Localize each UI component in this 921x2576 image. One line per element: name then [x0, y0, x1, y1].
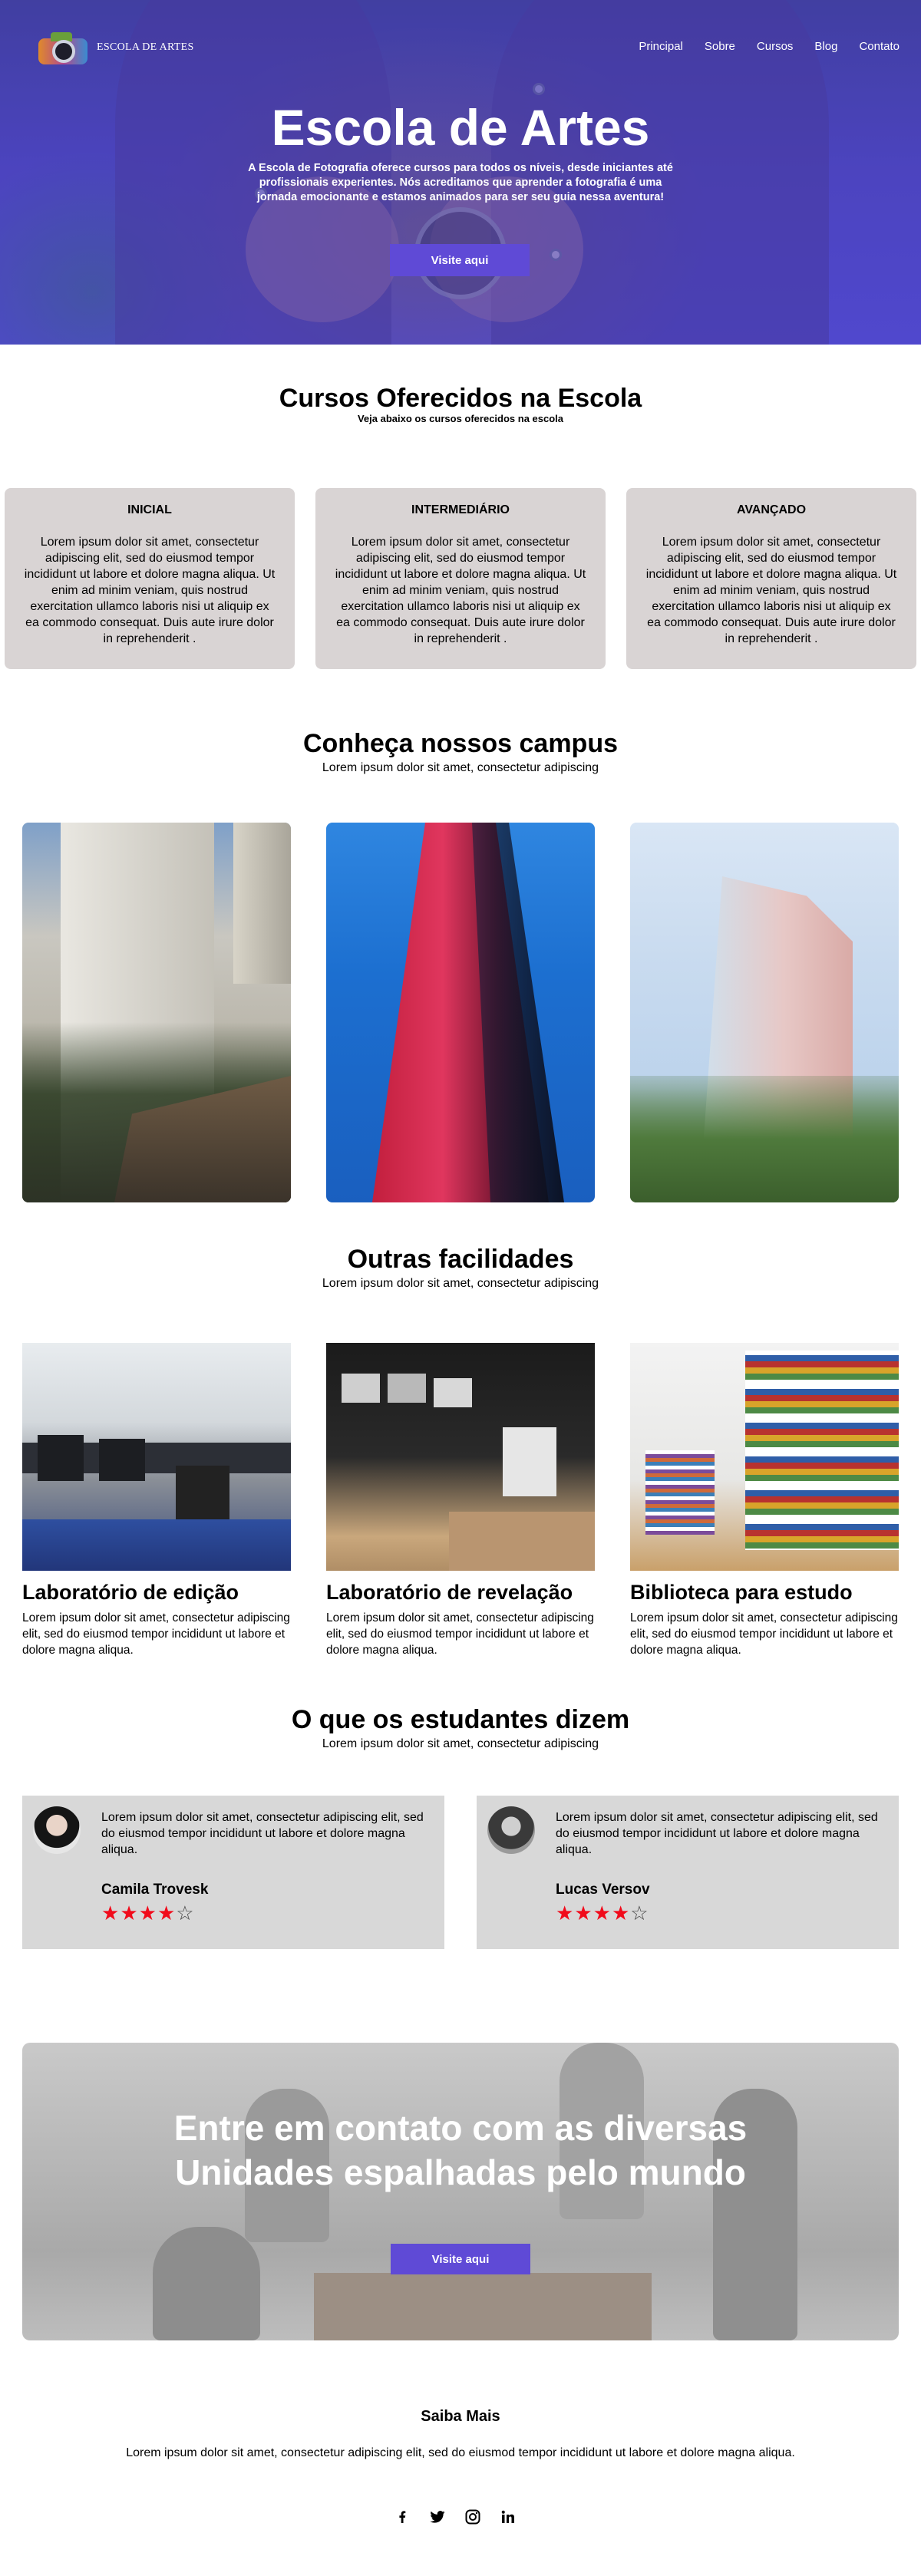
facility-title: Laboratório de edição	[22, 1581, 239, 1604]
campus-title: Conheça nossos campus	[302, 729, 618, 758]
avatar	[487, 1806, 535, 1854]
testimonials-title: O que os estudantes dizem	[291, 1705, 630, 1734]
campus-subtitle: Lorem ipsum dolor sit amet, consectetur …	[322, 761, 599, 774]
social-links	[393, 2508, 517, 2526]
course-card-inicial[interactable]: INICIAL Lorem ipsum dolor sit amet, cons…	[5, 488, 295, 669]
brand-logo[interactable]: ESCOLA DE ARTES	[35, 28, 194, 68]
course-description: Lorem ipsum dolor sit amet, consectetur …	[335, 536, 586, 645]
star-empty-icon: ☆	[176, 1901, 195, 1925]
linkedin-icon[interactable]	[499, 2508, 517, 2526]
footer-text: Lorem ipsum dolor sit amet, consectetur …	[126, 2446, 795, 2459]
testimonial-author: Lucas Versov	[556, 1882, 650, 1898]
hero-description: A Escola de Fotografia oferece cursos pa…	[248, 162, 673, 203]
star-empty-icon: ☆	[630, 1901, 649, 1925]
facility-description: Lorem ipsum dolor sit amet, consectetur …	[22, 1611, 290, 1657]
facility-title: Laboratório de revelação	[326, 1581, 573, 1604]
contact-title: Entre em contato com as diversas Unidade…	[22, 2106, 899, 2195]
contact-title-line-2: Unidades espalhadas pelo mundo	[175, 2152, 746, 2192]
course-level: INTERMEDIÁRIO	[411, 503, 510, 516]
star-filled-icon: ★	[138, 1901, 157, 1925]
library-photo	[630, 1343, 899, 1571]
campus-photo-2	[326, 823, 595, 1202]
testimonials-subtitle: Lorem ipsum dolor sit amet, consectetur …	[322, 1737, 599, 1750]
facilities-subtitle: Lorem ipsum dolor sit amet, consectetur …	[322, 1277, 599, 1290]
footer-title: Saiba Mais	[421, 2408, 500, 2425]
facility-title: Biblioteca para estudo	[630, 1581, 853, 1604]
testimonial-author: Camila Trovesk	[101, 1882, 209, 1898]
course-description: Lorem ipsum dolor sit amet, consectetur …	[645, 536, 897, 645]
rating-stars: ★★★★☆	[101, 1903, 195, 1923]
facilities-title: Outras facilidades	[347, 1245, 574, 1274]
star-filled-icon: ★	[157, 1901, 177, 1925]
twitter-icon[interactable]	[428, 2508, 447, 2526]
course-description: Lorem ipsum dolor sit amet, consectetur …	[24, 536, 276, 645]
hero-visit-button[interactable]: Visite aqui	[390, 244, 530, 276]
rating-stars: ★★★★☆	[556, 1903, 649, 1923]
facility-description: Lorem ipsum dolor sit amet, consectetur …	[326, 1611, 594, 1657]
brand-name: ESCOLA DE ARTES	[97, 41, 194, 53]
darkroom-lab-photo	[326, 1343, 595, 1571]
testimonial-card: Lorem ipsum dolor sit amet, consectetur …	[477, 1796, 899, 1949]
nav-link-principal[interactable]: Principal	[639, 40, 683, 53]
facility-description: Lorem ipsum dolor sit amet, consectetur …	[630, 1611, 898, 1657]
star-filled-icon: ★	[574, 1901, 593, 1925]
testimonial-text: Lorem ipsum dolor sit amet, consectetur …	[101, 1811, 424, 1856]
course-level: AVANÇADO	[736, 503, 807, 516]
campus-photo-3	[630, 823, 899, 1202]
hero-section: ESCOLA DE ARTES Principal Sobre Cursos B…	[0, 0, 921, 345]
hero-title: Escola de Artes	[271, 99, 650, 156]
navbar: ESCOLA DE ARTES Principal Sobre Cursos B…	[0, 0, 921, 92]
testimonial-text: Lorem ipsum dolor sit amet, consectetur …	[556, 1811, 878, 1856]
course-level: INICIAL	[127, 503, 172, 516]
editing-lab-photo	[22, 1343, 291, 1571]
facebook-icon[interactable]	[393, 2508, 411, 2526]
camera-logo-icon	[35, 28, 92, 68]
star-filled-icon: ★	[611, 1901, 631, 1925]
star-filled-icon: ★	[120, 1901, 139, 1925]
star-filled-icon: ★	[101, 1901, 120, 1925]
nav-link-blog[interactable]: Blog	[814, 40, 837, 53]
nav-link-sobre[interactable]: Sobre	[705, 40, 735, 53]
avatar	[33, 1806, 81, 1854]
nav-link-cursos[interactable]: Cursos	[757, 40, 794, 53]
contact-banner: Entre em contato com as diversas Unidade…	[22, 2043, 899, 2340]
main-menu: Principal Sobre Cursos Blog Contato	[617, 40, 900, 53]
banner-photo-table	[314, 2273, 652, 2340]
course-card-intermediario[interactable]: INTERMEDIÁRIO Lorem ipsum dolor sit amet…	[315, 488, 606, 669]
star-filled-icon: ★	[556, 1901, 575, 1925]
star-filled-icon: ★	[593, 1901, 612, 1925]
contact-title-line-1: Entre em contato com as diversas	[173, 2108, 748, 2148]
banner-photo-person	[153, 2227, 260, 2340]
courses-title: Cursos Oferecidos na Escola	[279, 384, 642, 413]
instagram-icon[interactable]	[464, 2508, 482, 2526]
testimonial-card: Lorem ipsum dolor sit amet, consectetur …	[22, 1796, 444, 1949]
campus-photo-1	[22, 823, 291, 1202]
nav-link-contato[interactable]: Contato	[859, 40, 900, 53]
contact-visit-button[interactable]: Visite aqui	[391, 2244, 530, 2274]
courses-subtitle: Veja abaixo os cursos oferecidos na esco…	[357, 413, 564, 424]
course-card-avancado[interactable]: AVANÇADO Lorem ipsum dolor sit amet, con…	[626, 488, 916, 669]
